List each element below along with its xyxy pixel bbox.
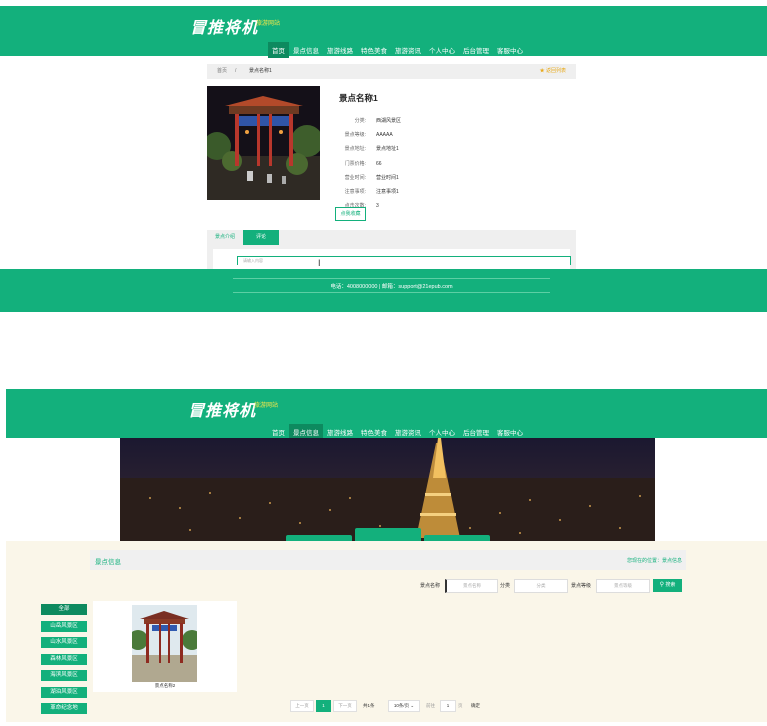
pagination-confirm[interactable]: 确定 — [471, 703, 480, 709]
category-item-0[interactable]: 全部 — [41, 604, 87, 615]
detail-field-row: 点击次数:3 — [336, 196, 536, 210]
detail-field-row: 景点地址: 景点地址1 — [336, 139, 536, 153]
search-level-label: 景点等级 — [571, 583, 592, 589]
breadcrumb: 首页 / 景点名称1 ★ 返回列表 — [207, 64, 576, 79]
search-button[interactable]: ⚲ 搜索 — [653, 579, 682, 592]
category-item-1[interactable]: 山岳风景区 — [41, 620, 87, 632]
detail-field-row: 分类: 西湖风景区 — [336, 111, 536, 125]
detail-field-row: 景点等级: AAAAA — [336, 125, 536, 139]
top-nav-item-5[interactable]: 个人中心 — [425, 42, 459, 58]
site-logo[interactable]: 冒推将机 — [190, 14, 258, 38]
top-nav-item-4[interactable]: 旅游资讯 — [391, 42, 425, 58]
search-category-label: 分类 — [500, 583, 511, 589]
scenic-fields: 分类: 西湖风景区 景点等级: AAAAA 景点地址: 景点地址1 门票价格: 66 营业时间:… — [336, 111, 536, 210]
back-to-list-button[interactable]: ★ 返回列表 — [540, 64, 566, 79]
favorite-button[interactable]: 点我收藏 — [335, 207, 366, 221]
top-nav-item-2[interactable]: 旅游线路 — [323, 42, 357, 58]
site-logo-2[interactable]: 冒推将机 — [188, 397, 256, 421]
footer-contact: 电话：4008000000 | 邮箱：support@21epub.com — [330, 284, 453, 290]
detail-field-row: 营业时间: 营业时间1 — [336, 168, 536, 182]
text-cursor-icon: I — [318, 258, 321, 268]
category-item-2[interactable]: 山水风景区 — [41, 637, 87, 648]
search-category-input[interactable]: 分类 — [514, 579, 568, 593]
site-footer: 电话：4008000000 | 邮箱：support@21epub.com — [0, 269, 767, 312]
top-nav-item-0[interactable]: 首页 — [268, 42, 289, 58]
category-item-6[interactable]: 革命纪念地 — [41, 703, 87, 714]
section-title: 景点信息 — [95, 559, 121, 566]
scenic-detail: 景点名称1 分类: 西湖风景区 景点等级: AAAAA 景点地址: 景点地址1 门票价格: 6… — [336, 92, 536, 210]
main-nav: 首页 景点信息 旅游线路 特色美食 旅游资讯 个人中心 后台管理 客服中心 — [268, 42, 527, 58]
detail-field-value: AAAAA — [376, 132, 393, 139]
pagination-page-unit: 页 — [458, 703, 463, 708]
detail-field-value: 景点地址1 — [376, 146, 399, 153]
search-level-input[interactable]: 景点等级 — [596, 579, 650, 593]
pagination-page-size[interactable]: 10条/页 ⌄ — [388, 700, 420, 712]
pagination-goto-input[interactable]: 1 — [440, 700, 456, 712]
banner-indicator-2[interactable] — [355, 528, 421, 541]
category-item-4[interactable]: 海滨风景区 — [41, 670, 87, 681]
bottom-header: 冒推将机 旅游网站 首页 景点信息 旅游线路 特色美食 旅游资讯 个人中心 后台管理 客服中心 — [6, 389, 767, 440]
scenic-card-name: 景点名称2 — [154, 683, 176, 688]
breadcrumb-current: 景点名称1 — [249, 68, 272, 74]
detail-field-value: 西湖风景区 — [376, 118, 402, 124]
comment-input[interactable]: 请输入内容 — [237, 256, 571, 265]
search-name-input[interactable]: 景点名称 — [445, 579, 498, 593]
page-size-value: 10条/页 — [393, 703, 410, 708]
scenic-card-image — [132, 605, 197, 682]
pagination-goto-label: 前往 — [426, 703, 435, 708]
category-item-5[interactable]: 湖泊风景区 — [41, 686, 87, 698]
breadcrumb-separator: / — [235, 68, 237, 74]
top-header: 冒推将机 旅游网站 首页 景点信息 旅游线路 特色美食 旅游资讯 个人中心 后台管理 客服中心 — [0, 6, 767, 58]
pagination-next[interactable]: 下一页 — [333, 700, 357, 712]
top-nav-item-3[interactable]: 特色美食 — [357, 42, 391, 58]
pagination-total: 共1条 — [363, 703, 375, 708]
tab-comments[interactable]: 评论 — [243, 230, 279, 245]
detail-tabs: 景点介绍 评论 — [207, 230, 576, 245]
chevron-down-icon: ⌄ — [410, 703, 415, 708]
top-nav-item-7[interactable]: 客服中心 — [493, 42, 527, 58]
search-name-label: 景点名称 — [420, 583, 441, 589]
location-text: 您现在的位置：景点信息 — [626, 558, 682, 564]
detail-field-value: 66 — [376, 160, 382, 167]
footer-line-top — [233, 278, 550, 279]
site-logo-sub-2: 旅游网站 — [254, 403, 279, 409]
tab-intro[interactable]: 景点介绍 — [207, 230, 243, 245]
scenic-photo — [207, 86, 320, 200]
category-item-3[interactable]: 森林风景区 — [41, 653, 87, 665]
detail-field-row: 门票价格: 66 — [336, 154, 536, 168]
scenic-title: 景点名称1 — [339, 93, 378, 103]
pagination-page-1[interactable]: 1 — [316, 700, 331, 712]
scenic-card[interactable]: 景点名称2 — [93, 601, 237, 692]
pagination-prev[interactable]: 上一页 — [290, 700, 314, 712]
detail-field-value: 营业时间1 — [376, 174, 399, 181]
breadcrumb-home[interactable]: 首页 — [217, 64, 227, 79]
site-logo-sub: 旅游网站 — [256, 21, 281, 27]
hero-banner — [120, 438, 655, 541]
footer-line-bottom — [233, 292, 550, 293]
detail-field-value: 3 — [376, 203, 379, 210]
top-nav-item-6[interactable]: 后台管理 — [459, 42, 493, 58]
detail-field-row: 注意事项: 注意事项1 — [336, 182, 536, 196]
section-header: 景点信息 您现在的位置：景点信息 — [90, 550, 686, 570]
search-icon: ⚲ — [659, 582, 664, 588]
search-button-label: 搜索 — [665, 582, 676, 588]
top-nav-item-1[interactable]: 景点信息 — [289, 42, 323, 58]
detail-field-value: 注意事项1 — [376, 188, 399, 195]
